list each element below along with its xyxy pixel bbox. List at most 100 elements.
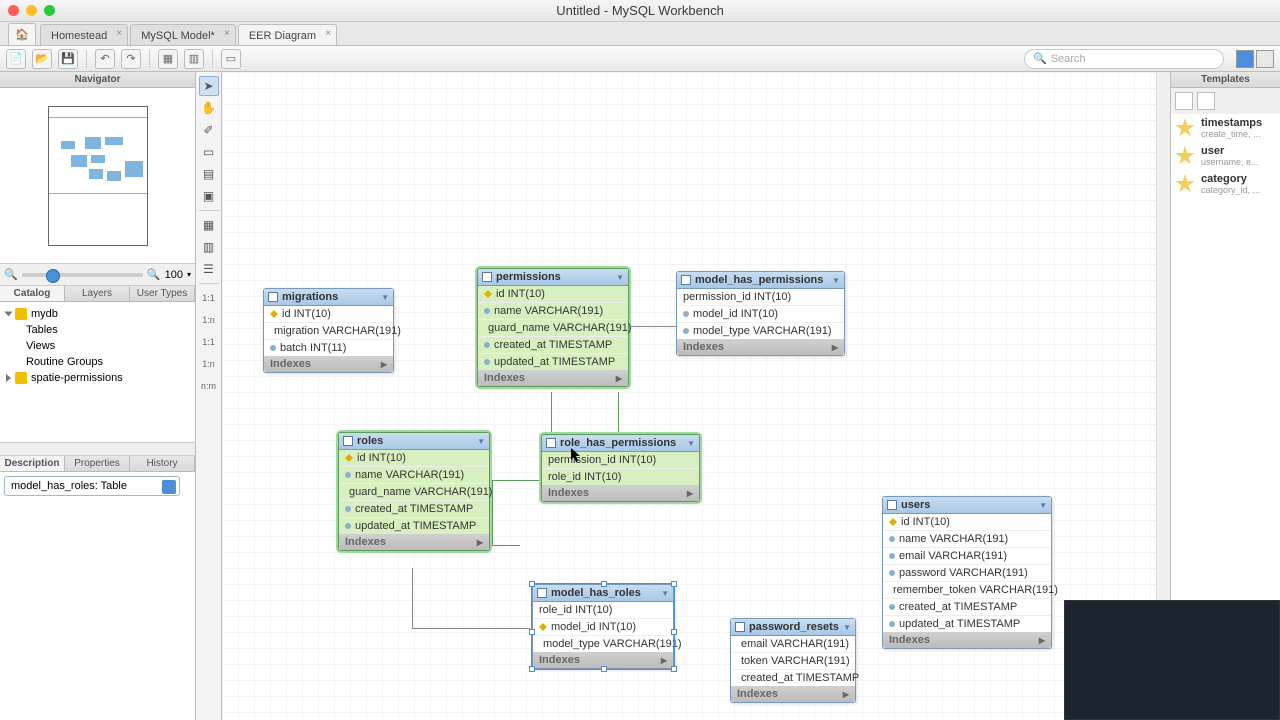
star-icon [1175,118,1195,138]
expand-icon[interactable]: ▶ [381,360,387,369]
expand-icon[interactable]: ▶ [843,690,849,699]
object-selector-combo[interactable]: model_has_roles: Table [4,476,180,496]
relation-1-1-tool[interactable]: 1:1 [199,288,219,308]
star-icon [1175,146,1195,166]
relation-1-n-tool[interactable]: 1:n [199,310,219,330]
zoom-out-icon[interactable]: 🔍 [4,268,18,281]
collapse-icon[interactable]: ▼ [687,439,695,448]
eraser-tool[interactable]: ✐ [199,120,219,140]
collapse-icon[interactable]: ▼ [1039,501,1047,510]
tab-eer-diagram[interactable]: EER Diagram× [238,24,337,45]
resize-handle[interactable] [671,629,677,635]
tree-item-views[interactable]: Views [2,338,193,354]
resize-handle[interactable] [529,581,535,587]
tree-item-routines[interactable]: Routine Groups [2,354,193,370]
zoom-slider[interactable] [22,273,143,277]
collapse-icon[interactable]: ▼ [381,293,389,302]
right-panel-toggle[interactable] [1256,50,1274,68]
undo-button[interactable]: ↶ [95,49,115,69]
layers-tab[interactable]: Layers [65,286,130,301]
pointer-tool[interactable]: ➤ [199,76,219,96]
minimap[interactable] [0,88,195,264]
minimize-window-button[interactable] [26,5,37,16]
nav-horizontal-scrollbar[interactable] [0,442,195,456]
template-type-icon[interactable] [1175,92,1193,110]
resize-handle[interactable] [671,666,677,672]
zoom-controls: 🔍 🔍 100 ▾ [0,264,195,286]
template-type-icon[interactable] [1197,92,1215,110]
expand-icon[interactable]: ▶ [661,656,667,665]
titlebar: Untitled - MySQL Workbench [0,0,1280,22]
table-permissions[interactable]: permissions▼ id INT(10) name VARCHAR(191… [477,268,629,387]
tab-homestead[interactable]: Homestead× [40,24,128,45]
primary-key-icon [345,454,353,462]
description-tab[interactable]: Description [0,456,65,471]
layer-tool[interactable]: ▭ [199,142,219,162]
expand-icon[interactable]: ▶ [616,374,622,383]
open-file-button[interactable]: 📂 [32,49,52,69]
table-tool[interactable]: ▦ [199,215,219,235]
model-button[interactable]: ▭ [221,49,241,69]
resize-handle[interactable] [529,629,535,635]
new-file-button[interactable]: 📄 [6,49,26,69]
hand-tool[interactable]: ✋ [199,98,219,118]
resize-handle[interactable] [601,666,607,672]
zoom-window-button[interactable] [44,5,55,16]
note-tool[interactable]: ▤ [199,164,219,184]
column-icon [889,604,895,610]
table-password-resets[interactable]: password_resets▼ email VARCHAR(191) toke… [730,618,856,703]
align-button[interactable]: ▥ [184,49,204,69]
tab-mysql-model[interactable]: MySQL Model*× [130,24,236,45]
zoom-dropdown[interactable]: ▾ [187,270,191,279]
view-tool[interactable]: ▥ [199,237,219,257]
collapse-icon[interactable]: ▼ [832,276,840,285]
tree-item-spatie[interactable]: spatie-permissions [2,370,193,386]
table-roles[interactable]: roles▼ id INT(10) name VARCHAR(191) guar… [338,432,490,551]
template-user[interactable]: userusername, e... [1171,142,1280,170]
home-tab[interactable]: 🏠 [8,23,36,45]
webcam-overlay [1064,600,1280,720]
expand-icon[interactable]: ▶ [832,343,838,352]
table-model-has-roles[interactable]: model_has_roles▼ role_id INT(10) model_i… [532,584,674,669]
eer-canvas[interactable]: migrations▼ id INT(10) migration VARCHAR… [222,72,1170,720]
expand-icon[interactable]: ▶ [687,489,693,498]
image-tool[interactable]: ▣ [199,186,219,206]
relation-1-1-b-tool[interactable]: 1:1 [199,332,219,352]
close-icon[interactable]: × [116,28,122,39]
catalog-tree[interactable]: mydb Tables Views Routine Groups spatie-… [0,302,195,442]
routine-tool[interactable]: ☰ [199,259,219,279]
expand-icon[interactable]: ▶ [1039,636,1045,645]
usertypes-tab[interactable]: User Types [130,286,195,301]
search-input[interactable]: 🔍 Search [1024,49,1224,69]
relation-n-m-tool[interactable]: n:m [199,376,219,396]
align-button[interactable]: ▦ [158,49,178,69]
template-category[interactable]: categorycategory_id, ... [1171,170,1280,198]
resize-handle[interactable] [601,581,607,587]
catalog-tab[interactable]: Catalog [0,286,65,301]
left-panel-toggle[interactable] [1236,50,1254,68]
table-model-has-permissions[interactable]: model_has_permissions▼ permission_id INT… [676,271,845,356]
collapse-icon[interactable]: ▼ [477,437,485,446]
history-tab[interactable]: History [130,456,195,471]
save-file-button[interactable]: 💾 [58,49,78,69]
relation-1-n-b-tool[interactable]: 1:n [199,354,219,374]
collapse-icon[interactable]: ▼ [843,623,851,632]
tree-item-tables[interactable]: Tables [2,322,193,338]
close-icon[interactable]: × [325,28,331,39]
resize-handle[interactable] [671,581,677,587]
zoom-in-icon[interactable]: 🔍 [147,268,161,281]
collapse-icon[interactable]: ▼ [661,589,669,598]
collapse-icon[interactable]: ▼ [616,273,624,282]
redo-button[interactable]: ↷ [121,49,141,69]
resize-handle[interactable] [529,666,535,672]
close-window-button[interactable] [8,5,19,16]
table-role-has-permissions[interactable]: role_has_permissions▼ permission_id INT(… [541,434,700,502]
table-migrations[interactable]: migrations▼ id INT(10) migration VARCHAR… [263,288,394,373]
connection-line [628,326,676,327]
close-icon[interactable]: × [224,28,230,39]
table-users[interactable]: users▼ id INT(10) name VARCHAR(191) emai… [882,496,1052,649]
tree-item-mydb[interactable]: mydb [2,306,193,322]
template-timestamps[interactable]: timestampscreate_time, ... [1171,114,1280,142]
expand-icon[interactable]: ▶ [477,538,483,547]
properties-tab[interactable]: Properties [65,456,130,471]
